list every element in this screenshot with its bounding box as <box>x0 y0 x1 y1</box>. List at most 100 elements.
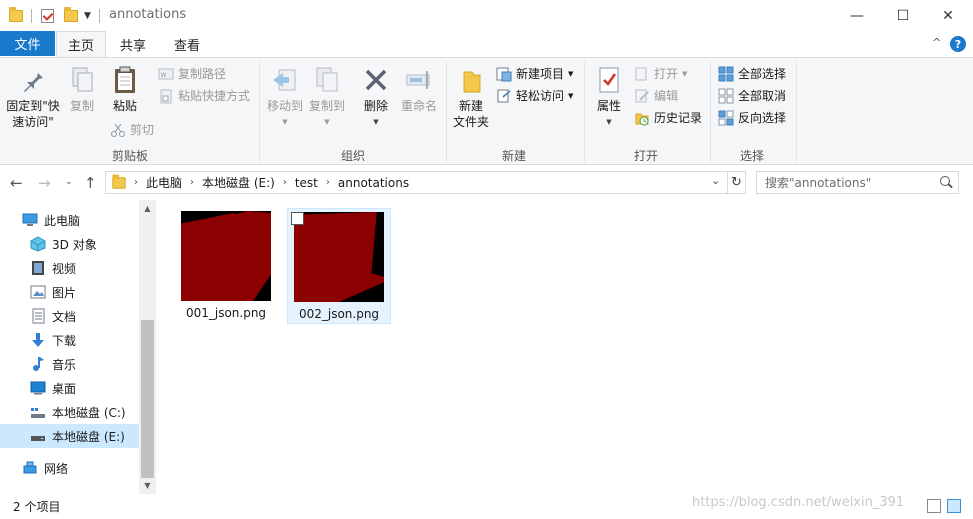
group-label-clipboard: 剪贴板 <box>111 149 148 163</box>
nav-label: 桌面 <box>52 381 77 396</box>
select-all-icon <box>718 66 734 82</box>
chevron-right-icon: › <box>190 177 195 188</box>
recent-locations-icon[interactable]: ⌄ <box>65 177 73 187</box>
nav-item-drive-c[interactable]: 本地磁盘 (C:) <box>0 400 139 424</box>
properties-quick-icon[interactable] <box>41 7 54 25</box>
scroll-up-icon[interactable]: ▲ <box>139 200 156 217</box>
tab-file[interactable]: 文件 <box>0 31 55 56</box>
pin-quick-access-button[interactable]: 固定到"快 速访问" <box>4 64 62 130</box>
forward-arrow-icon[interactable]: → <box>38 174 51 192</box>
select-none-label: 全部取消 <box>738 89 787 103</box>
properties-button[interactable]: 属性 ▼ <box>590 64 628 130</box>
copy-to-button[interactable]: 复制到 ▼ <box>306 64 348 130</box>
nav-item-network[interactable]: 网络 <box>0 456 139 480</box>
address-bar[interactable]: › 此电脑 › 本地磁盘 (E:) › test › annotations <box>105 171 728 194</box>
invert-selection-button[interactable]: 反向选择 <box>718 109 786 126</box>
video-icon <box>30 260 46 276</box>
invert-selection-label: 反向选择 <box>738 111 787 125</box>
nav-scrollbar[interactable]: ▲ ▼ <box>139 200 156 494</box>
group-label-new: 新建 <box>501 149 526 163</box>
copy-to-icon <box>311 64 343 96</box>
group-divider <box>710 62 711 162</box>
new-folder-label: 新建 文件夹 <box>452 99 489 129</box>
invert-selection-icon <box>718 110 734 126</box>
ribbon: 固定到"快 速访问" 复制 粘贴 W 复制路径 粘贴快捷方式 剪切 剪贴板 移动… <box>0 57 973 165</box>
history-button[interactable]: 历史记录 <box>634 109 702 126</box>
rename-label: 重命名 <box>400 99 437 113</box>
large-icons-view-icon[interactable] <box>947 499 961 513</box>
pictures-icon <box>30 284 46 300</box>
move-to-icon <box>269 64 301 96</box>
select-checkbox[interactable] <box>291 212 304 225</box>
up-arrow-icon[interactable]: ↑ <box>84 174 97 192</box>
svg-text:W: W <box>161 72 167 79</box>
cut-button[interactable]: 剪切 <box>110 121 154 138</box>
copy-button[interactable]: 复制 <box>64 64 100 114</box>
new-folder-quick-icon[interactable] <box>64 7 78 25</box>
scroll-thumb[interactable] <box>141 320 154 478</box>
refresh-icon[interactable]: ↻ <box>728 171 746 194</box>
window-title: annotations <box>109 7 187 22</box>
breadcrumb-annotations[interactable]: annotations <box>338 176 409 190</box>
edit-label: 编辑 <box>654 89 679 103</box>
new-folder-button[interactable]: 新建 文件夹 <box>450 64 492 130</box>
rename-icon <box>403 64 435 96</box>
nav-item-music[interactable]: 音乐 <box>0 352 139 376</box>
easy-access-button[interactable]: 轻松访问 ▼ <box>496 87 573 104</box>
nav-item-downloads[interactable]: 下载 <box>0 328 139 352</box>
select-all-button[interactable]: 全部选择 <box>718 65 786 82</box>
new-item-button[interactable]: 新建项目 ▼ <box>496 65 573 82</box>
back-arrow-icon[interactable]: ← <box>10 174 23 192</box>
breadcrumb-this-pc[interactable]: 此电脑 <box>146 174 182 191</box>
maximize-button[interactable]: ☐ <box>880 0 926 31</box>
nav-item-3d-objects[interactable]: 3D 对象 <box>0 232 139 256</box>
copy-path-button[interactable]: W 复制路径 <box>158 65 226 82</box>
help-icon[interactable]: ? <box>950 36 966 52</box>
nav-item-drive-e[interactable]: 本地磁盘 (E:) <box>0 424 139 448</box>
file-item[interactable]: 002_json.png <box>287 208 391 324</box>
open-button[interactable]: 打开 ▼ <box>634 65 687 82</box>
group-divider <box>446 62 447 162</box>
select-none-button[interactable]: 全部取消 <box>718 87 786 104</box>
nav-label: 网络 <box>44 461 69 476</box>
file-item[interactable]: 001_json.png <box>174 208 278 324</box>
breadcrumb-drive-e[interactable]: 本地磁盘 (E:) <box>202 174 275 191</box>
scroll-down-icon[interactable]: ▼ <box>139 477 156 494</box>
scissors-icon <box>110 122 126 138</box>
paste-shortcut-button[interactable]: 粘贴快捷方式 <box>158 87 250 104</box>
close-button[interactable]: ✕ <box>925 0 971 31</box>
rename-button[interactable]: 重命名 <box>398 64 440 114</box>
paste-button[interactable]: 粘贴 <box>104 64 146 114</box>
ribbon-tabs: 文件 主页 共享 查看 ^ <box>0 31 973 57</box>
nav-item-pictures[interactable]: 图片 <box>0 280 139 304</box>
address-dropdown-icon[interactable]: ⌄ <box>711 174 720 187</box>
breadcrumb-test[interactable]: test <box>295 176 318 190</box>
search-input[interactable]: 搜索"annotations" <box>756 171 959 194</box>
delete-button[interactable]: 删除 ▼ <box>358 64 394 130</box>
group-divider <box>584 62 585 162</box>
copy-path-label: 复制路径 <box>178 67 227 81</box>
move-to-button[interactable]: 移动到 ▼ <box>264 64 306 130</box>
customize-quick-access-icon[interactable]: ▼ <box>84 7 91 25</box>
tab-home[interactable]: 主页 <box>56 31 106 57</box>
3d-objects-icon <box>30 236 46 252</box>
nav-label: 3D 对象 <box>52 237 97 252</box>
copy-to-label: 复制到 <box>308 99 345 113</box>
minimize-button[interactable]: — <box>834 0 880 31</box>
nav-item-desktop[interactable]: 桌面 <box>0 376 139 400</box>
tab-view[interactable]: 查看 <box>164 31 210 57</box>
watermark-text: https://blog.csdn.net/weixin_391 <box>692 495 905 510</box>
edit-button[interactable]: 编辑 <box>634 87 678 104</box>
tab-share[interactable]: 共享 <box>110 31 156 57</box>
nav-item-documents[interactable]: 文档 <box>0 304 139 328</box>
nav-label: 本地磁盘 (E:) <box>52 429 125 444</box>
title-bar: ▼ annotations — ☐ ✕ <box>0 0 973 31</box>
folder-icon <box>112 173 126 189</box>
details-view-icon[interactable] <box>927 499 941 513</box>
chevron-right-icon: › <box>325 177 330 188</box>
nav-item-video[interactable]: 视频 <box>0 256 139 280</box>
nav-item-this-pc[interactable]: 此电脑 <box>0 208 139 232</box>
documents-icon <box>30 308 46 324</box>
chevron-right-icon: › <box>134 177 138 188</box>
collapse-ribbon-icon[interactable]: ^ <box>932 36 941 49</box>
